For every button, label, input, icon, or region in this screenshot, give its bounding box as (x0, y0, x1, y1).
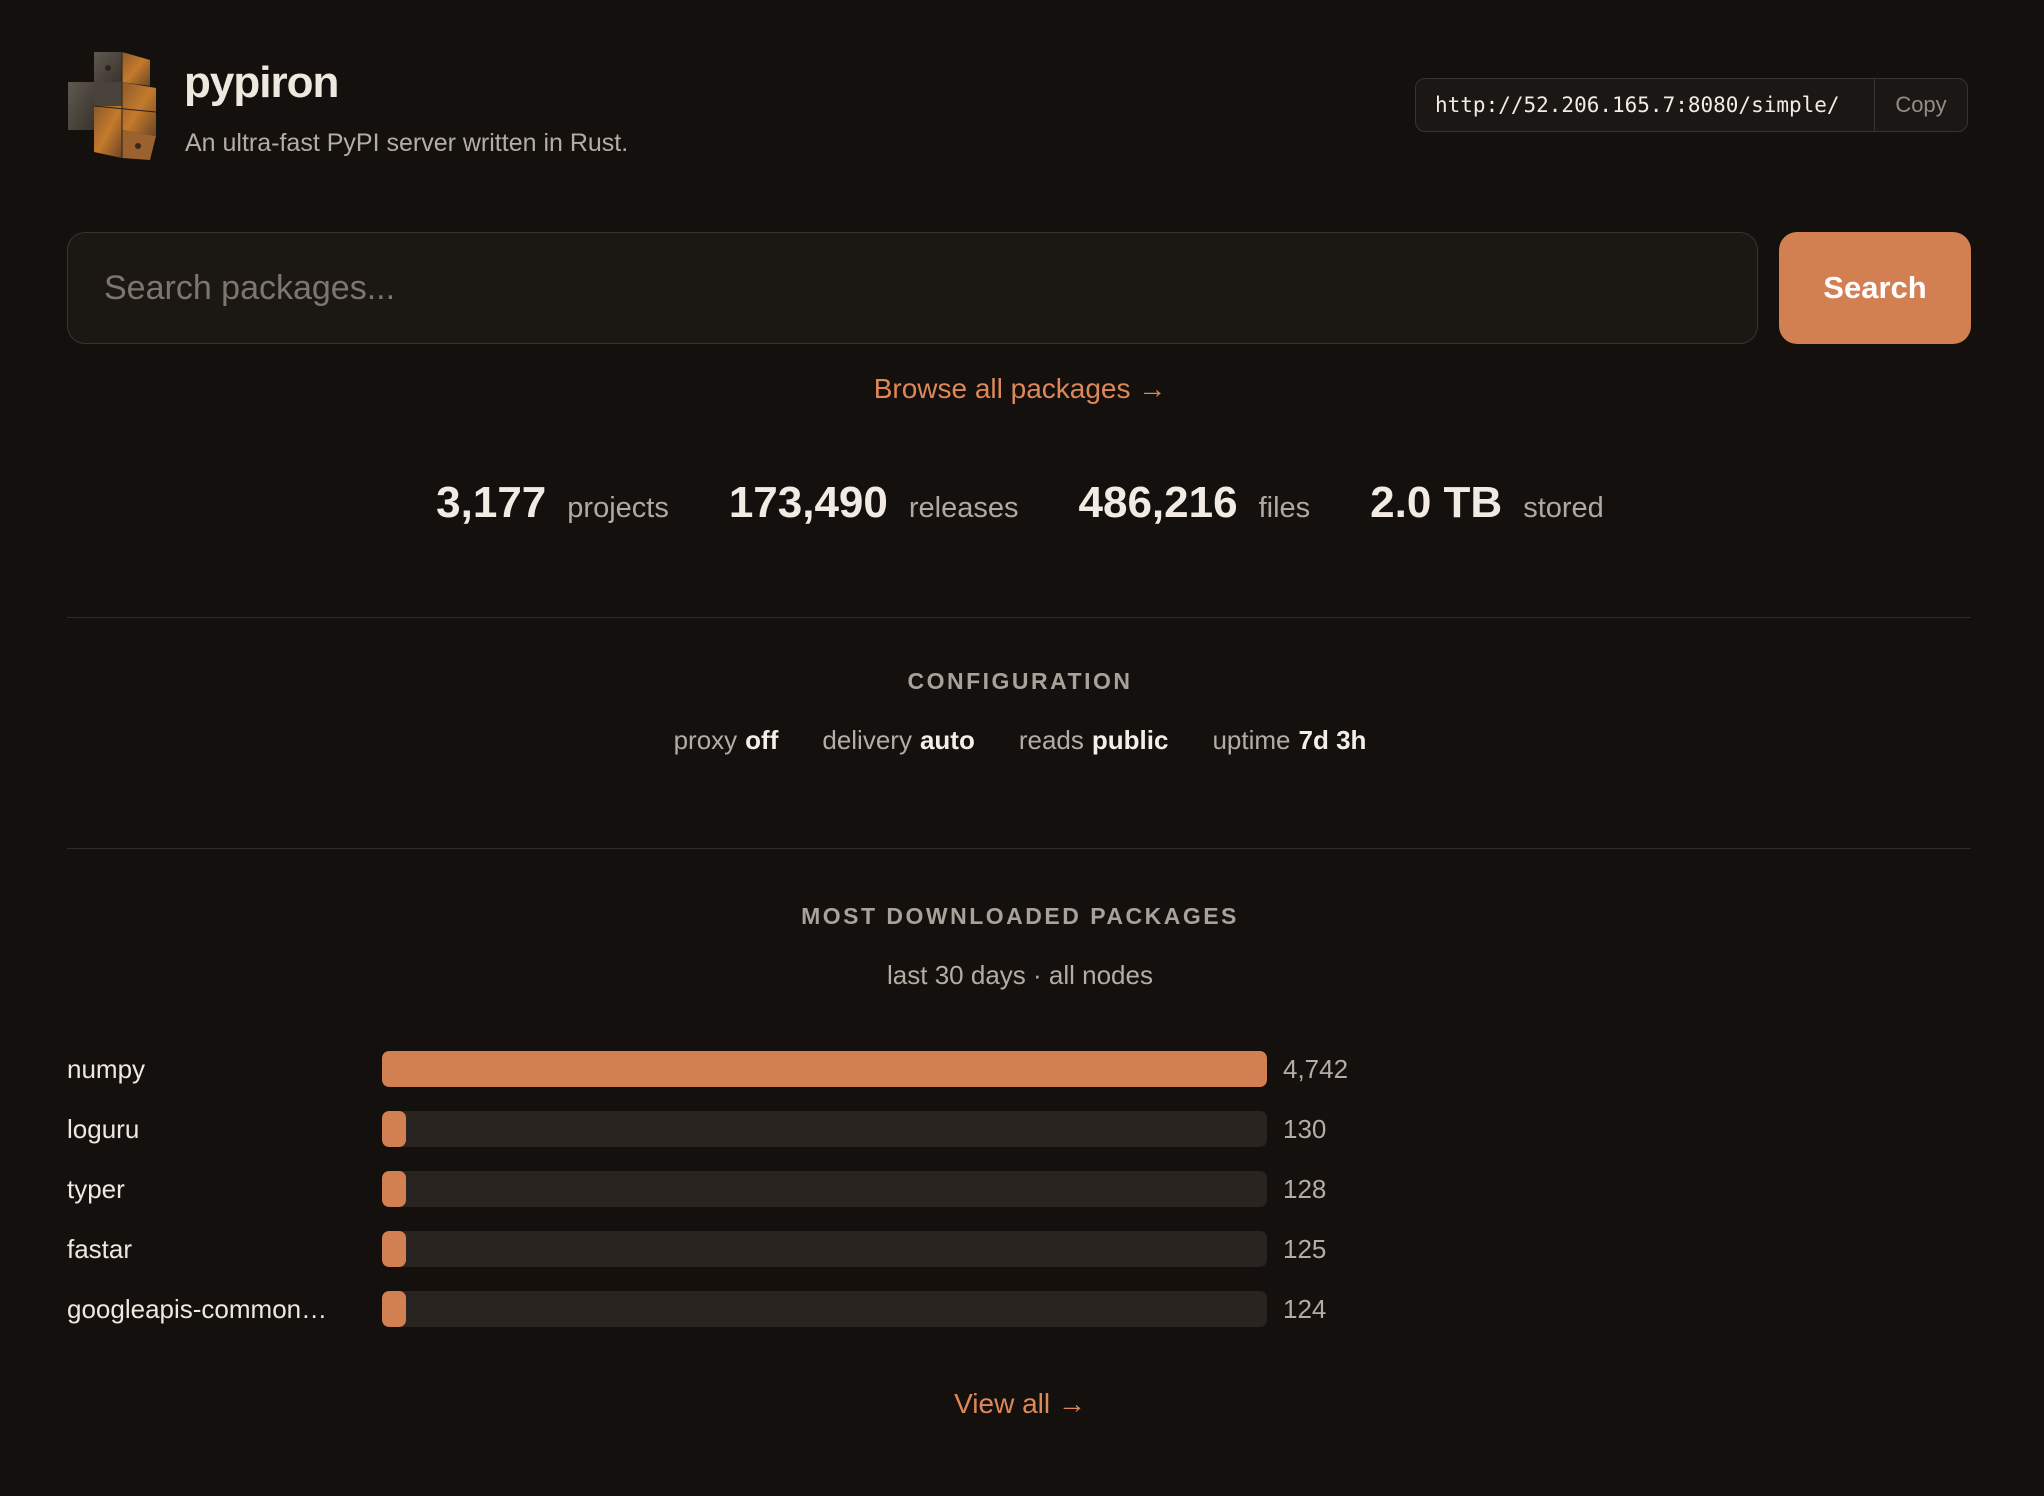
bar-row-numpy[interactable]: numpy 4,742 (67, 1051, 1367, 1087)
bar-track (382, 1231, 1267, 1267)
package-name[interactable]: fastar (67, 1231, 367, 1267)
config-value: 7d 3h (1298, 725, 1367, 755)
site-tagline: An ultra-fast PyPI server written in Rus… (185, 129, 629, 157)
divider (67, 617, 1971, 618)
package-name[interactable]: loguru (67, 1111, 367, 1147)
configuration-heading: CONFIGURATION (907, 668, 1133, 694)
search-button[interactable]: Search (1779, 232, 1971, 344)
download-count: 130 (1283, 1114, 1327, 1144)
stat-label: files (1258, 492, 1311, 524)
bar-row-fastar[interactable]: fastar 125 (67, 1231, 1367, 1267)
bar-fill (382, 1291, 406, 1327)
config-key: proxy (673, 725, 738, 755)
python-logo-icon (68, 52, 157, 160)
bar-fill (382, 1111, 407, 1147)
config-key: uptime (1212, 725, 1291, 755)
download-count: 4,742 (1283, 1054, 1349, 1084)
download-count: 124 (1283, 1294, 1327, 1324)
bar-row-googleapis-common[interactable]: googleapis-common… 124 (67, 1291, 1367, 1327)
index-url-text[interactable]: http://52.206.165.7:8080/simple/ (1416, 79, 1874, 131)
config-key: reads (1018, 725, 1084, 755)
copy-url-button[interactable]: Copy (1874, 79, 1967, 131)
package-name[interactable]: typer (67, 1171, 367, 1207)
divider (67, 848, 1971, 849)
bar-row-loguru[interactable]: loguru 130 (67, 1111, 1367, 1147)
stat-label: releases (908, 492, 1019, 524)
config-value: auto (919, 725, 975, 755)
bar-row-typer[interactable]: typer 128 (67, 1171, 1367, 1207)
stat-files: 486,216 files (1079, 478, 1311, 528)
site-title: pypiron (184, 58, 339, 107)
package-name[interactable]: googleapis-common… (67, 1291, 367, 1327)
view-all-link[interactable]: View all → (954, 1388, 1086, 1419)
downloads-heading: MOST DOWNLOADED PACKAGES (801, 903, 1239, 929)
config-delivery: delivery auto (822, 725, 974, 756)
stat-value: 173,490 (728, 478, 888, 527)
bar-track (382, 1111, 1267, 1147)
config-key: delivery (822, 725, 912, 755)
config-reads: reads public (1019, 725, 1169, 756)
stat-label: projects (567, 492, 669, 524)
bar-fill (382, 1231, 406, 1267)
package-name[interactable]: numpy (67, 1051, 367, 1087)
stat-value: 2.0 TB (1370, 478, 1503, 527)
browse-all-packages-link[interactable]: Browse all packages → (874, 373, 1167, 404)
stat-projects: 3,177 projects (436, 478, 669, 528)
stat-stored: 2.0 TB stored (1370, 478, 1604, 528)
index-url-box: http://52.206.165.7:8080/simple/ Copy (1415, 78, 1968, 132)
stat-releases: 173,490 releases (729, 478, 1019, 528)
bar-fill (382, 1051, 1267, 1087)
config-value: off (745, 725, 779, 755)
stat-value: 3,177 (436, 478, 547, 527)
bar-track (382, 1171, 1267, 1207)
config-value: public (1091, 725, 1169, 755)
stats-row: 3,177 projects 173,490 releases 486,216 … (0, 478, 2040, 528)
browse-all-packages: Browse all packages → (0, 373, 2040, 405)
bar-track (382, 1291, 1267, 1327)
stat-label: stored (1523, 492, 1604, 524)
download-count: 128 (1283, 1174, 1327, 1204)
search-input[interactable] (67, 232, 1758, 344)
config-proxy: proxy off (674, 725, 779, 756)
config-uptime: uptime 7d 3h (1212, 725, 1366, 756)
bar-track (382, 1051, 1267, 1087)
downloads-subtitle: last 30 days · all nodes (887, 960, 1153, 990)
stat-value: 486,216 (1078, 478, 1238, 527)
view-all: View all → (0, 1388, 2040, 1420)
bar-fill (382, 1171, 406, 1207)
download-count: 125 (1283, 1234, 1327, 1264)
configuration-row: proxy off delivery auto reads public uptime… (0, 725, 2040, 756)
